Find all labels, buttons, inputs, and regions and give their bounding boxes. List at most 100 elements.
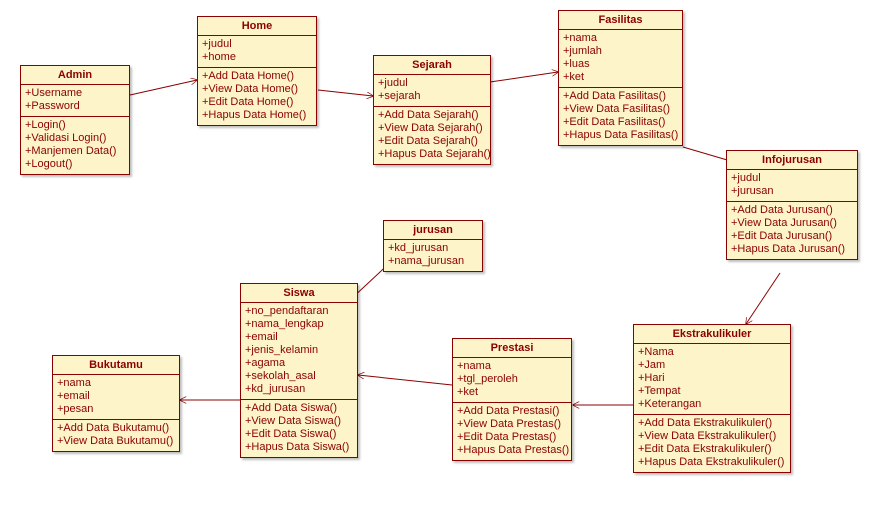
attr: +judul bbox=[378, 77, 486, 90]
class-bukutamu: Bukutamu +nama +email +pesan +Add Data B… bbox=[52, 355, 180, 452]
class-title: Prestasi bbox=[453, 339, 571, 358]
op: +Add Data Home() bbox=[202, 70, 312, 83]
attr: +email bbox=[245, 331, 353, 344]
class-title: Infojurusan bbox=[727, 151, 857, 170]
class-attrs: +Nama +Jam +Hari +Tempat +Keterangan bbox=[634, 344, 790, 415]
class-ops: +Login() +Validasi Login() +Manjemen Dat… bbox=[21, 117, 129, 174]
op: +Validasi Login() bbox=[25, 132, 125, 145]
class-sejarah: Sejarah +judul +sejarah +Add Data Sejara… bbox=[373, 55, 491, 165]
op: +View Data Ekstrakulikuler() bbox=[638, 430, 786, 443]
attr: +Keterangan bbox=[638, 398, 786, 411]
class-title: Sejarah bbox=[374, 56, 490, 75]
class-ops: +Add Data Prestasi() +View Data Prestas(… bbox=[453, 403, 571, 460]
class-title: Siswa bbox=[241, 284, 357, 303]
attr: +jurusan bbox=[731, 185, 853, 198]
op: +Edit Data Siswa() bbox=[245, 428, 353, 441]
attr: +Hari bbox=[638, 372, 786, 385]
class-attrs: +judul +jurusan bbox=[727, 170, 857, 202]
op: +View Data Sejarah() bbox=[378, 122, 486, 135]
class-ops: +Add Data Jurusan() +View Data Jurusan()… bbox=[727, 202, 857, 259]
class-fasilitas: Fasilitas +nama +jumlah +luas +ket +Add … bbox=[558, 10, 683, 146]
op: +Hapus Data Jurusan() bbox=[731, 243, 853, 256]
attr: +Username bbox=[25, 87, 125, 100]
class-ops: +Add Data Home() +View Data Home() +Edit… bbox=[198, 68, 316, 125]
op: +Edit Data Fasilitas() bbox=[563, 116, 678, 129]
attr: +home bbox=[202, 51, 312, 64]
op: +Add Data Bukutamu() bbox=[57, 422, 175, 435]
op: +View Data Prestas() bbox=[457, 418, 567, 431]
op: +Edit Data Ekstrakulikuler() bbox=[638, 443, 786, 456]
class-ekstrakulikuler: Ekstrakulikuler +Nama +Jam +Hari +Tempat… bbox=[633, 324, 791, 473]
attr: +nama bbox=[57, 377, 175, 390]
class-infojurusan: Infojurusan +judul +jurusan +Add Data Ju… bbox=[726, 150, 858, 260]
attr: +nama bbox=[457, 360, 567, 373]
op: +Add Data Fasilitas() bbox=[563, 90, 678, 103]
class-attrs: +nama +tgl_peroleh +ket bbox=[453, 358, 571, 403]
class-title: jurusan bbox=[384, 221, 482, 240]
attr: +kd_jurusan bbox=[388, 242, 478, 255]
op: +Add Data Ekstrakulikuler() bbox=[638, 417, 786, 430]
op: +View Data Bukutamu() bbox=[57, 435, 175, 448]
attr: +Nama bbox=[638, 346, 786, 359]
attr: +no_pendaftaran bbox=[245, 305, 353, 318]
op: +Logout() bbox=[25, 158, 125, 171]
attr: +judul bbox=[202, 38, 312, 51]
attr: +nama_jurusan bbox=[388, 255, 478, 268]
class-jurusan: jurusan +kd_jurusan +nama_jurusan bbox=[383, 220, 483, 272]
class-attrs: +no_pendaftaran +nama_lengkap +email +je… bbox=[241, 303, 357, 400]
attr: +jenis_kelamin bbox=[245, 344, 353, 357]
class-attrs: +nama +jumlah +luas +ket bbox=[559, 30, 682, 88]
class-attrs: +Username +Password bbox=[21, 85, 129, 117]
class-siswa: Siswa +no_pendaftaran +nama_lengkap +ema… bbox=[240, 283, 358, 458]
op: +Login() bbox=[25, 119, 125, 132]
attr: +judul bbox=[731, 172, 853, 185]
op: +Add Data Jurusan() bbox=[731, 204, 853, 217]
op: +View Data Siswa() bbox=[245, 415, 353, 428]
class-prestasi: Prestasi +nama +tgl_peroleh +ket +Add Da… bbox=[452, 338, 572, 461]
attr: +Tempat bbox=[638, 385, 786, 398]
op: +Add Data Sejarah() bbox=[378, 109, 486, 122]
op: +Hapus Data Fasilitas() bbox=[563, 129, 678, 142]
class-home: Home +judul +home +Add Data Home() +View… bbox=[197, 16, 317, 126]
class-attrs: +kd_jurusan +nama_jurusan bbox=[384, 240, 482, 271]
op: +Edit Data Jurusan() bbox=[731, 230, 853, 243]
attr: +jumlah bbox=[563, 45, 678, 58]
op: +Manjemen Data() bbox=[25, 145, 125, 158]
class-ops: +Add Data Sejarah() +View Data Sejarah()… bbox=[374, 107, 490, 164]
attr: +pesan bbox=[57, 403, 175, 416]
class-title: Admin bbox=[21, 66, 129, 85]
attr: +ket bbox=[563, 71, 678, 84]
attr: +email bbox=[57, 390, 175, 403]
class-title: Home bbox=[198, 17, 316, 36]
op: +Edit Data Sejarah() bbox=[378, 135, 486, 148]
class-ops: +Add Data Fasilitas() +View Data Fasilit… bbox=[559, 88, 682, 145]
op: +Hapus Data Home() bbox=[202, 109, 312, 122]
attr: +sekolah_asal bbox=[245, 370, 353, 383]
class-ops: +Add Data Ekstrakulikuler() +View Data E… bbox=[634, 415, 790, 472]
op: +Edit Data Home() bbox=[202, 96, 312, 109]
attr: +agama bbox=[245, 357, 353, 370]
attr: +tgl_peroleh bbox=[457, 373, 567, 386]
op: +View Data Home() bbox=[202, 83, 312, 96]
op: +Hapus Data Ekstrakulikuler() bbox=[638, 456, 786, 469]
class-attrs: +nama +email +pesan bbox=[53, 375, 179, 420]
attr: +ket bbox=[457, 386, 567, 399]
class-attrs: +judul +home bbox=[198, 36, 316, 68]
op: +Edit Data Prestas() bbox=[457, 431, 567, 444]
class-title: Bukutamu bbox=[53, 356, 179, 375]
op: +Hapus Data Sejarah() bbox=[378, 148, 486, 161]
class-attrs: +judul +sejarah bbox=[374, 75, 490, 107]
attr: +nama bbox=[563, 32, 678, 45]
op: +Add Data Prestasi() bbox=[457, 405, 567, 418]
attr: +luas bbox=[563, 58, 678, 71]
op: +Add Data Siswa() bbox=[245, 402, 353, 415]
class-title: Fasilitas bbox=[559, 11, 682, 30]
class-title: Ekstrakulikuler bbox=[634, 325, 790, 344]
op: +Hapus Data Siswa() bbox=[245, 441, 353, 454]
attr: +nama_lengkap bbox=[245, 318, 353, 331]
class-ops: +Add Data Siswa() +View Data Siswa() +Ed… bbox=[241, 400, 357, 457]
attr: +kd_jurusan bbox=[245, 383, 353, 396]
op: +Hapus Data Prestas() bbox=[457, 444, 567, 457]
attr: +Password bbox=[25, 100, 125, 113]
attr: +sejarah bbox=[378, 90, 486, 103]
